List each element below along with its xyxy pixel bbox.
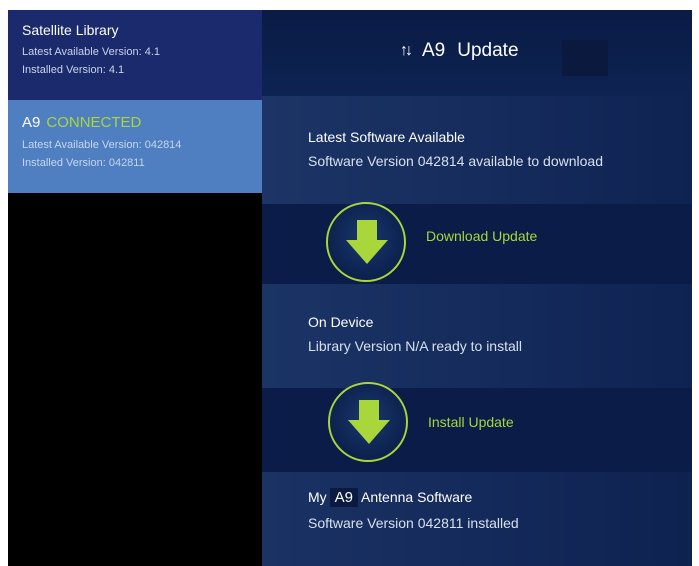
section-title: My A9 Antenna Software [308,488,692,507]
install-update-link[interactable]: Install Update [428,414,514,430]
section-title: On Device [308,314,374,330]
page-title: ↑↓ A9 Update [400,40,519,62]
header-title: Update [457,40,519,61]
connection-status: CONNECTED [46,114,142,131]
download-button[interactable] [326,202,406,282]
title-prefix: My [308,489,327,505]
sidebar-item-a9-device[interactable]: A9 CONNECTED Latest Available Version: 04… [8,100,262,193]
section-subtitle: Software Version 042814 available to dow… [308,153,603,169]
sidebar: Satellite Library Latest Available Versi… [8,10,262,566]
installed-version-text: Installed Version: 042811 [22,157,145,169]
install-button[interactable] [328,382,408,462]
latest-version-text: Latest Available Version: 042814 [22,139,182,151]
device-model: A9 [22,114,41,131]
header-model: A9 [422,40,446,61]
install-arrow-icon [348,400,390,444]
sidebar-item-title: A9 CONNECTED [22,114,248,131]
section-subtitle: Library Version N/A ready to install [308,338,522,354]
title-suffix: Antenna Software [361,489,473,505]
app-window: Satellite Library Latest Available Versi… [8,10,692,566]
download-update-link[interactable]: Download Update [426,228,537,244]
sidebar-item-title: Satellite Library [22,22,119,38]
download-row: Download Update [262,202,692,284]
panel-header: ↑↓ A9 Update [262,10,692,96]
update-panel: ↑↓ A9 Update Latest Software Available S… [262,10,692,566]
model-badge: A9 [329,488,359,507]
antenna-software-section: My A9 Antenna Software Software Version 04… [262,472,692,566]
header-box [562,40,608,76]
latest-version-text: Latest Available Version: 4.1 [22,46,161,58]
installed-version-text: Installed Version: 4.1 [22,64,125,76]
install-row: Install Update [262,382,692,472]
section-title: Latest Software Available [308,129,465,145]
on-device-section: On Device Library Version N/A ready to i… [262,284,692,388]
up-down-arrows-icon: ↑↓ [400,42,413,59]
section-subtitle: Software Version 042811 installed [308,515,519,531]
latest-software-section: Latest Software Available Software Versi… [262,96,692,204]
sidebar-item-satellite-library[interactable]: Satellite Library Latest Available Versi… [8,10,262,100]
download-arrow-icon [346,220,388,264]
